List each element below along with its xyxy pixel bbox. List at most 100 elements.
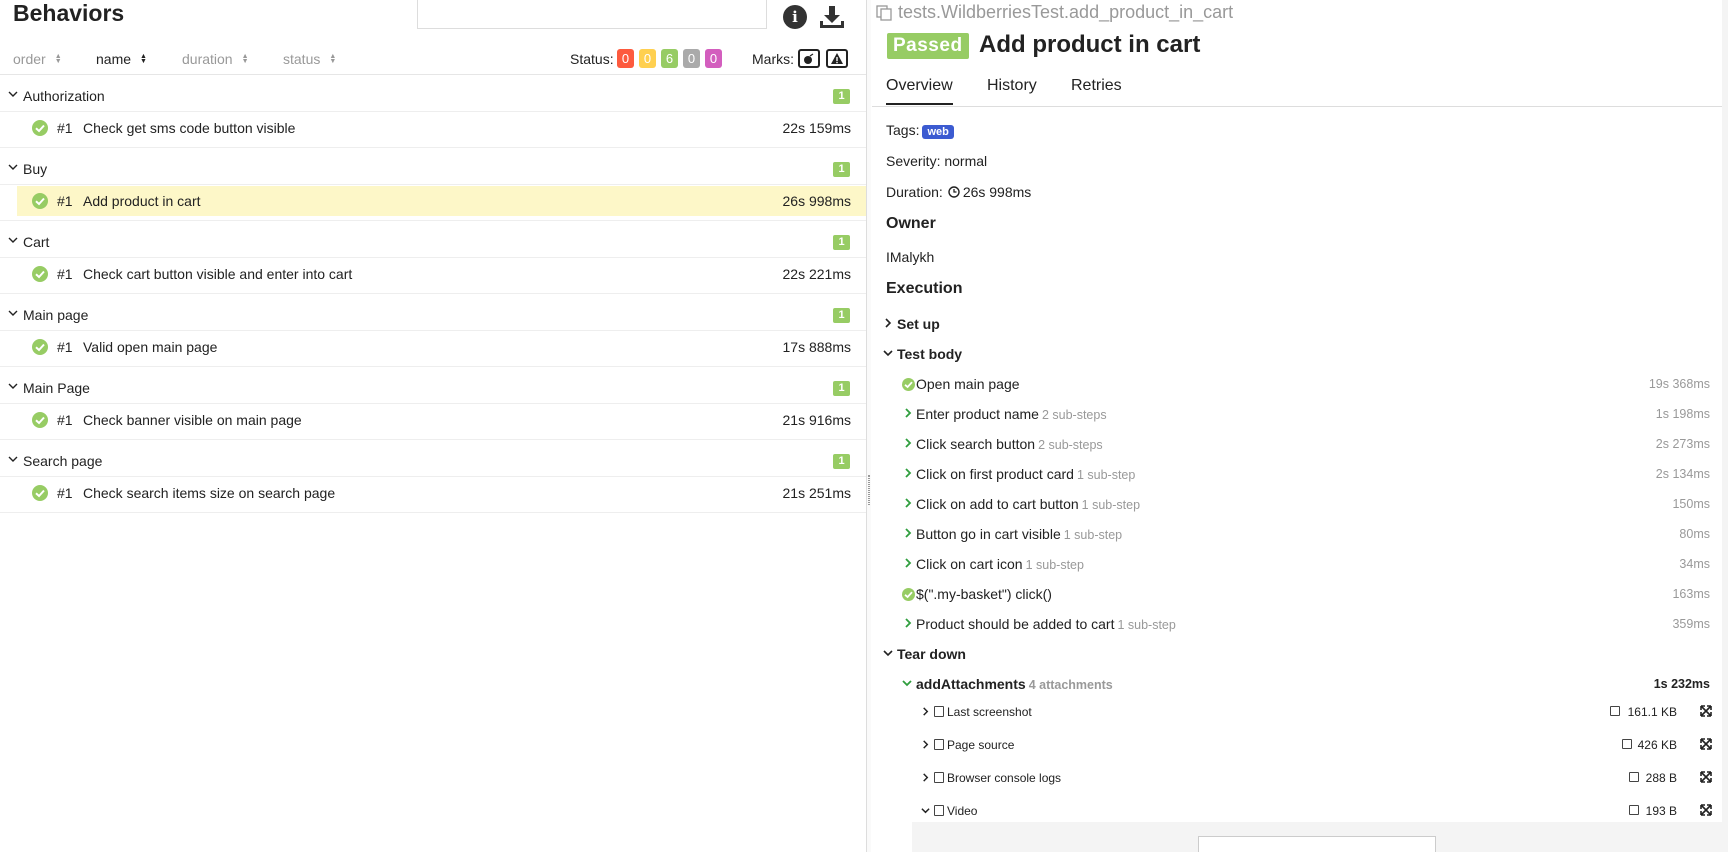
test-number: #1: [57, 485, 73, 501]
group-header[interactable]: Main page 1: [0, 299, 866, 331]
sort-bar: order ▲ ▼ name ▲ ▼ duration ▲ ▼ status ▲ ▼ Statu…: [0, 47, 866, 75]
status-unknown-count[interactable]: 0: [705, 49, 722, 68]
passed-icon: [32, 193, 48, 209]
scrollbar[interactable]: [1722, 0, 1728, 852]
chevron-down-icon: [8, 383, 18, 389]
test-body-section[interactable]: Test body: [872, 341, 1722, 367]
sub-step-count: 2 sub-steps: [1038, 438, 1103, 452]
expand-icon[interactable]: [1700, 705, 1712, 717]
test-step[interactable]: Click on add to cart button 1 sub-step 150…: [872, 491, 1722, 517]
tag-badge[interactable]: web: [922, 125, 954, 139]
test-duration: 26s 998ms: [782, 193, 851, 209]
test-step[interactable]: Enter product name 2 sub-steps 1s 198ms: [872, 401, 1722, 427]
test-row[interactable]: #1 Valid open main page 17s 888ms: [17, 332, 866, 362]
status-passed-count[interactable]: 6: [661, 49, 678, 68]
group-divider: [0, 220, 866, 221]
step-duration: 1s 198ms: [1655, 407, 1710, 421]
passed-count-badge: 1: [833, 89, 850, 104]
chevron-down-icon: [8, 91, 18, 97]
search-input[interactable]: [417, 0, 767, 29]
expand-icon[interactable]: [1700, 804, 1712, 816]
test-step[interactable]: Product should be added to cart 1 sub-ste…: [872, 611, 1722, 637]
test-row[interactable]: #1 Check banner visible on main page 21s 9…: [17, 405, 866, 435]
passed-count-badge: 1: [833, 381, 850, 396]
test-name: Check get sms code button visible: [83, 120, 296, 136]
group-name: Search page: [23, 453, 103, 469]
test-duration: 22s 221ms: [782, 266, 851, 282]
group-divider: [0, 293, 866, 294]
code-file-icon: [934, 739, 944, 750]
group-header[interactable]: Cart 1: [0, 226, 866, 258]
step-duration: 163ms: [1672, 587, 1710, 601]
sort-status[interactable]: status ▲ ▼: [283, 51, 336, 67]
chevron-down-icon: [883, 350, 893, 357]
test-step[interactable]: $(".my-basket") click() 163ms: [872, 581, 1722, 607]
sort-duration[interactable]: duration ▲ ▼: [182, 51, 249, 67]
pane-splitter[interactable]: [866, 0, 871, 852]
attachment-row[interactable]: Browser console logs 288 B: [912, 763, 1722, 793]
teardown-section[interactable]: Tear down: [872, 641, 1722, 667]
step-name: Click search button 2 sub-steps: [916, 436, 1103, 452]
passed-count-badge: 1: [833, 235, 850, 250]
test-row[interactable]: #1 Check cart button visible and enter in…: [17, 259, 866, 289]
known-issue-mark-toggle[interactable]: [826, 49, 848, 68]
test-row[interactable]: #1 Check get sms code button visible 22s 1…: [17, 113, 866, 143]
attachment-size: 161.1 KB: [1627, 705, 1677, 719]
test-full-name: tests.WildberriesTest.add_product_in_car…: [876, 2, 1233, 23]
image-icon: [934, 706, 944, 717]
tab-history[interactable]: History: [987, 77, 1037, 103]
sort-order[interactable]: order ▲ ▼: [13, 51, 62, 67]
copy-icon[interactable]: [876, 4, 892, 21]
group-header[interactable]: Search page 1: [0, 445, 866, 477]
video-preview[interactable]: [912, 822, 1722, 852]
test-number: #1: [57, 193, 73, 209]
flaky-mark-toggle[interactable]: [798, 49, 820, 68]
attachment-size: 426 KB: [1637, 738, 1677, 752]
download-icon[interactable]: [819, 5, 845, 29]
chevron-right-icon: [905, 468, 912, 478]
test-name: Valid open main page: [83, 339, 218, 355]
status-badge: Passed: [887, 33, 969, 59]
tab-retries[interactable]: Retries: [1071, 77, 1122, 103]
test-step[interactable]: Click search button 2 sub-steps 2s 273ms: [872, 431, 1722, 457]
sort-arrows-icon: ▲ ▼: [241, 53, 249, 65]
attachment-name: Video: [947, 804, 978, 818]
test-step[interactable]: Button go in cart visible 1 sub-step 80ms: [872, 521, 1722, 547]
group-header[interactable]: Authorization 1: [0, 80, 866, 112]
info-icon[interactable]: i: [783, 5, 807, 29]
status-failed-count[interactable]: 0: [617, 49, 634, 68]
behavior-group: Buy 1 #1 Add product in cart 26s 998ms: [0, 153, 866, 216]
test-row[interactable]: #1 Add product in cart 26s 998ms: [17, 186, 866, 216]
attachment-row[interactable]: Last screenshot 161.1 KB: [912, 697, 1722, 727]
sub-step-count: 1 sub-step: [1025, 558, 1084, 572]
status-broken-count[interactable]: 0: [639, 49, 656, 68]
sub-step-count: 2 sub-steps: [1041, 408, 1107, 422]
status-skipped-count[interactable]: 0: [683, 49, 700, 68]
group-divider: [0, 147, 866, 148]
test-step[interactable]: Open main page 19s 368ms: [872, 371, 1722, 397]
execution-heading: Execution: [886, 280, 963, 297]
attachment-row[interactable]: Page source 426 KB: [912, 730, 1722, 760]
test-row[interactable]: #1 Check search items size on search page…: [17, 478, 866, 508]
text-file-icon: [934, 772, 944, 783]
setup-section[interactable]: Set up: [872, 311, 1722, 337]
file-size-icon: [1628, 805, 1639, 815]
test-number: #1: [57, 412, 73, 428]
chevron-right-icon: [905, 558, 912, 568]
test-step[interactable]: Click on first product card 1 sub-step 2s …: [872, 461, 1722, 487]
chevron-down-icon: [883, 650, 893, 657]
add-attachments-step[interactable]: addAttachments 4 attachments 1s 232ms: [872, 671, 1722, 697]
expand-icon[interactable]: [1700, 771, 1712, 783]
expand-icon[interactable]: [1700, 738, 1712, 750]
sort-arrows-icon: ▲ ▼: [329, 53, 337, 65]
chevron-down-icon: [8, 237, 18, 243]
test-step[interactable]: Click on cart icon 1 sub-step 34ms: [872, 551, 1722, 577]
group-divider: [0, 512, 866, 513]
duration-row: Duration: 26s 998ms: [886, 184, 1032, 200]
tab-overview[interactable]: Overview: [886, 77, 953, 105]
group-header[interactable]: Buy 1: [0, 153, 866, 185]
group-header[interactable]: Main Page 1: [0, 372, 866, 404]
behavior-group: Authorization 1 #1 Check get sms code butto…: [0, 80, 866, 136]
file-size-icon: [1628, 772, 1639, 782]
sort-name[interactable]: name ▲ ▼: [96, 51, 147, 67]
